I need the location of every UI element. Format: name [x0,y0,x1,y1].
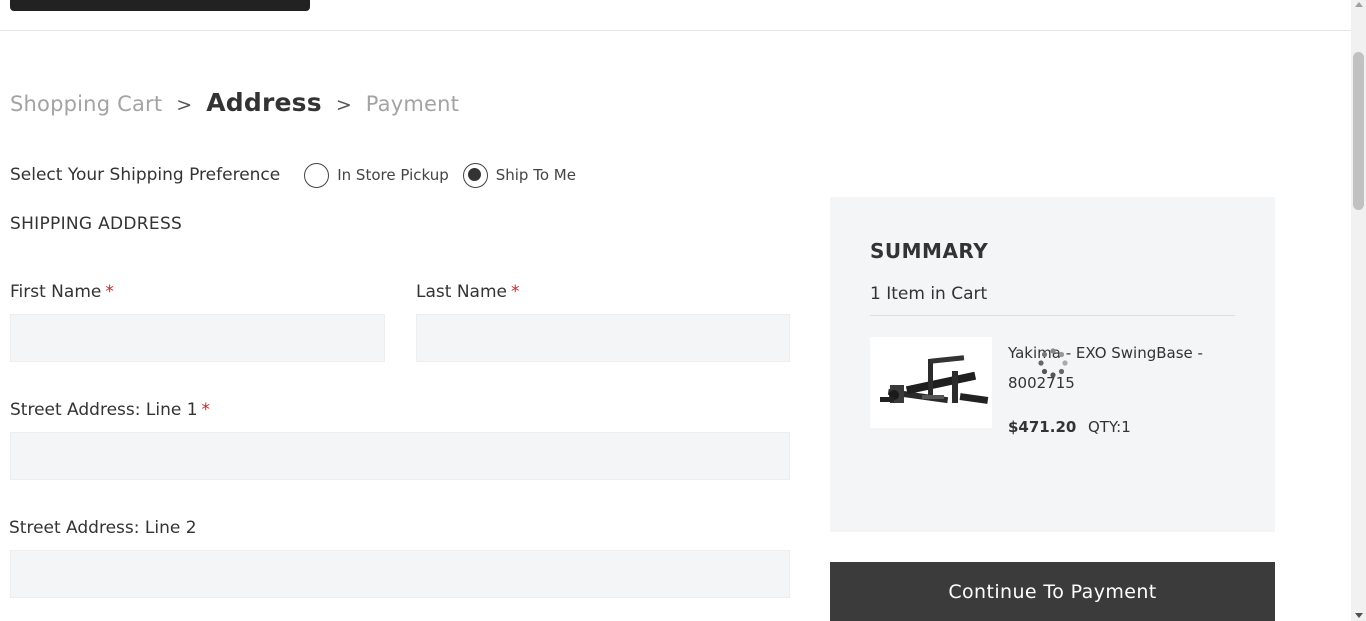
checkout-breadcrumb: Shopping Cart > Address > Payment [10,88,459,117]
cart-item-count: 1 Item in Cart [870,284,988,304]
scrollbar-thumb[interactable] [1353,52,1364,210]
product-price: $471.20 [1008,418,1077,436]
breadcrumb-separator: > [176,94,193,116]
last-name-label-text: Last Name [416,282,507,302]
ship-to-me-radio[interactable] [462,162,488,188]
street-address-1-label-text: Street Address: Line 1 [10,400,198,420]
scroll-down-arrow-icon[interactable] [1355,613,1363,618]
required-marker: * [201,400,211,420]
shipping-preference-label: Select Your Shipping Preference [10,165,281,185]
street-address-2-label-text: Street Address: Line 2 [9,518,197,538]
first-name-label: First Name * [10,282,114,302]
required-marker: * [105,282,114,302]
summary-divider [870,315,1235,316]
breadcrumb-shopping-cart[interactable]: Shopping Cart [10,92,162,116]
breadcrumb-separator: > [335,94,352,116]
loading-spinner-icon [1038,348,1068,378]
continue-to-payment-button[interactable]: Continue To Payment [830,562,1275,621]
page-scrollbar[interactable] [1351,0,1366,621]
street-address-2-input[interactable] [10,550,790,598]
bike-rack-product-image[interactable] [870,337,992,428]
breadcrumb-address: Address [206,88,322,117]
shipping-address-heading: SHIPPING ADDRESS [10,214,183,234]
ship-to-me-label[interactable]: Ship To Me [496,166,576,184]
in-store-pickup-option[interactable]: In Store Pickup [304,162,449,188]
ship-to-me-option[interactable]: Ship To Me [462,162,576,188]
top-header-bar [0,0,1351,31]
breadcrumb-payment[interactable]: Payment [366,92,459,116]
required-marker: * [510,282,520,302]
order-summary-panel: SUMMARY 1 Item in Cart Yakima - EXO Swin… [830,197,1275,532]
street-address-2-label: Street Address: Line 2 [9,518,197,538]
first-name-label-text: First Name [10,282,102,302]
product-image-graphic [880,355,989,404]
in-store-pickup-label[interactable]: In Store Pickup [337,166,449,184]
in-store-pickup-radio[interactable] [304,162,330,188]
street-address-1-input[interactable] [10,432,790,480]
shipping-preference: Select Your Shipping Preference In Store… [10,162,590,188]
last-name-input[interactable] [416,314,790,362]
product-quantity: QTY:1 [1088,418,1131,436]
header-dark-bar [10,0,310,11]
street-address-1-label: Street Address: Line 1 * [10,400,210,420]
summary-title: SUMMARY [870,239,989,263]
scroll-up-arrow-icon[interactable] [1355,2,1363,7]
last-name-label: Last Name * [416,282,519,302]
first-name-input[interactable] [10,314,385,362]
